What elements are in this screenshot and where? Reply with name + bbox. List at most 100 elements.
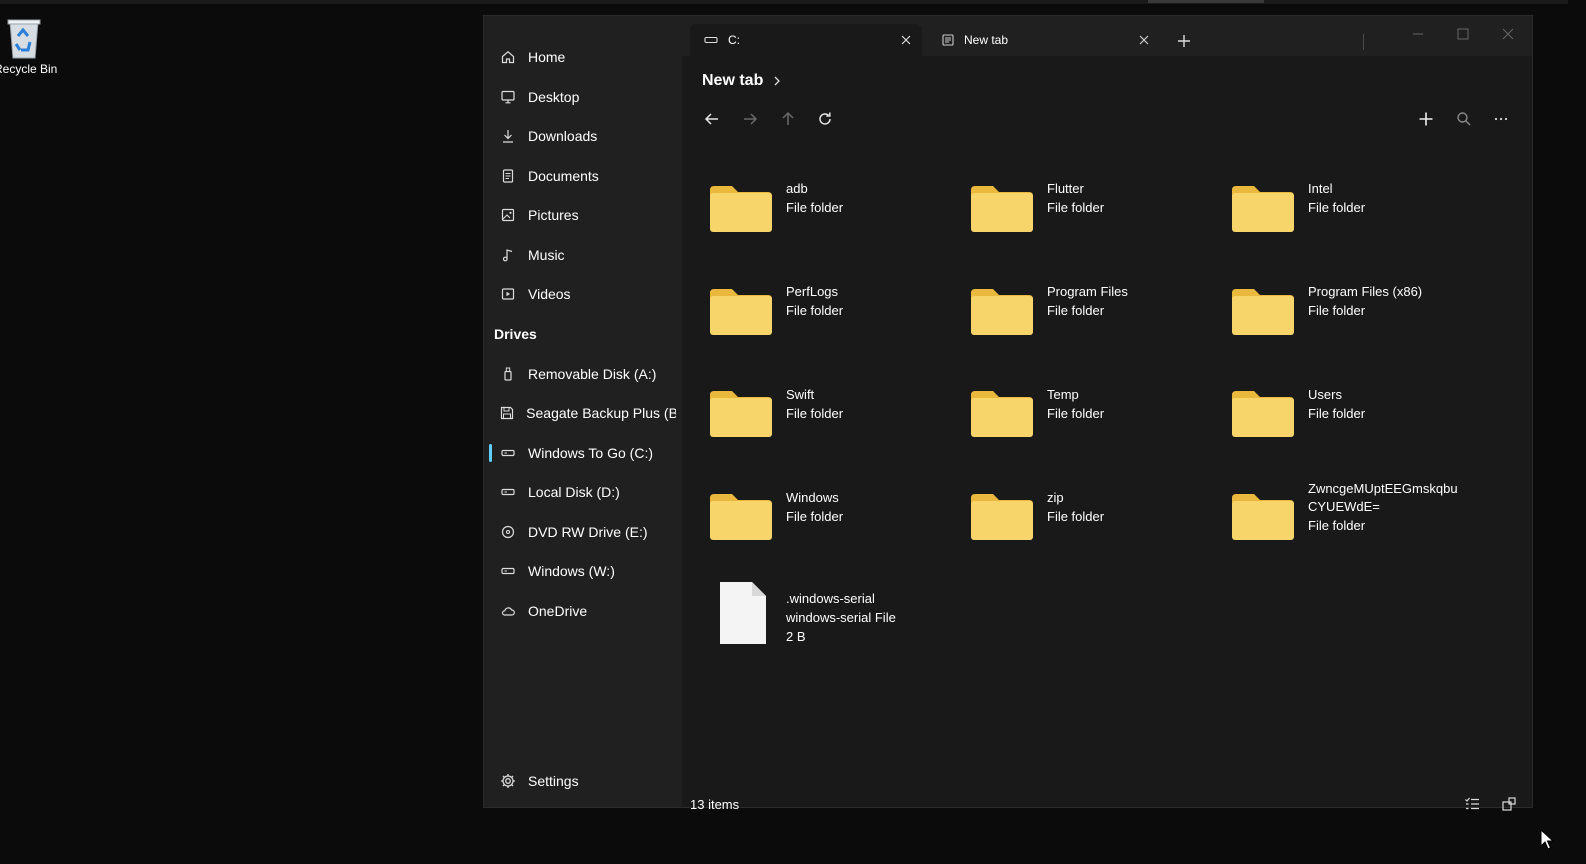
back-button[interactable] — [699, 106, 725, 132]
item-type: File folder — [786, 200, 844, 215]
file-icon — [720, 582, 766, 644]
sidebar: Home Desktop Downloads Documents Picture… — [484, 16, 682, 807]
sidebar-item-home[interactable]: Home — [490, 39, 676, 75]
search-button[interactable] — [1451, 106, 1477, 132]
drives-heading[interactable]: Drives — [494, 326, 537, 342]
grid-layout-icon — [1502, 797, 1516, 811]
list-check-icon — [1465, 797, 1479, 810]
sidebar-item-seagate[interactable]: Seagate Backup Plus (B:) — [490, 395, 676, 431]
sidebar-item-label: Documents — [528, 168, 599, 184]
item-name: PerfLogs — [786, 284, 839, 299]
item-name: Program Files — [1047, 284, 1128, 299]
sidebar-item-label: Removable Disk (A:) — [528, 366, 657, 382]
details-view-button[interactable] — [1460, 792, 1484, 816]
more-options-button[interactable] — [1488, 106, 1514, 132]
item-name: zip — [1047, 490, 1064, 505]
sidebar-item-removable-disk[interactable]: Removable Disk (A:) — [490, 356, 676, 392]
item-type: File folder — [1047, 509, 1105, 524]
tab-label: New tab — [964, 33, 1009, 47]
sidebar-item-onedrive[interactable]: OneDrive — [490, 593, 676, 629]
sidebar-item-downloads[interactable]: Downloads — [490, 118, 676, 154]
add-tab-button[interactable] — [1173, 30, 1195, 52]
folder-item[interactable]: Program Files (x86) File folder — [1224, 271, 1474, 357]
sidebar-item-dvd-drive[interactable]: DVD RW Drive (E:) — [490, 514, 676, 550]
folder-item[interactable]: Windows File folder — [702, 476, 952, 562]
usb-icon — [494, 367, 522, 381]
drive-icon — [494, 485, 522, 499]
item-type: File folder — [1047, 303, 1105, 318]
tab-bar: C: New tab — [682, 16, 1532, 56]
sidebar-item-label: Videos — [528, 286, 571, 302]
sidebar-item-windows-w[interactable]: Windows (W:) — [490, 553, 676, 589]
new-item-button[interactable] — [1413, 106, 1439, 132]
more-icon — [1494, 117, 1508, 121]
minimize-icon — [1413, 33, 1423, 35]
sidebar-item-local-disk[interactable]: Local Disk (D:) — [490, 474, 676, 510]
file-item[interactable]: .windows-serial windows-serial File 2 B — [702, 578, 952, 664]
item-name: Windows — [786, 490, 839, 505]
item-type: File folder — [1308, 303, 1366, 318]
folder-icon — [710, 494, 772, 540]
sidebar-item-label: Downloads — [528, 128, 598, 144]
folder-item[interactable]: zip File folder — [963, 476, 1213, 562]
sidebar-item-label: Windows (W:) — [528, 563, 615, 579]
folder-item[interactable]: Temp File folder — [963, 373, 1213, 459]
chevron-right-icon[interactable] — [773, 76, 781, 86]
folder-item[interactable]: Program Files File folder — [963, 271, 1213, 357]
sidebar-item-videos[interactable]: Videos — [490, 276, 676, 312]
cloud-icon — [494, 604, 522, 618]
sidebar-item-pictures[interactable]: Pictures — [490, 197, 676, 233]
item-type: File folder — [1308, 518, 1366, 533]
folder-item[interactable]: Users File folder — [1224, 373, 1474, 459]
sidebar-item-desktop[interactable]: Desktop — [490, 79, 676, 115]
settings-button[interactable]: Settings — [490, 763, 579, 799]
item-type: File folder — [786, 509, 844, 524]
item-name: Users — [1308, 387, 1342, 402]
minimize-button[interactable] — [1403, 24, 1433, 44]
close-tab-icon[interactable] — [898, 32, 914, 48]
video-icon — [494, 287, 522, 301]
folder-item[interactable]: PerfLogs File folder — [702, 271, 952, 357]
recycle-bin-shortcut[interactable]: Recycle Bin — [0, 10, 60, 80]
refresh-icon — [819, 112, 831, 125]
plus-icon — [1178, 35, 1190, 47]
tiles-view-button[interactable] — [1497, 792, 1521, 816]
item-name: adb — [786, 181, 808, 196]
maximize-button[interactable] — [1448, 24, 1478, 44]
gear-icon — [494, 773, 522, 789]
tab-c-drive[interactable]: C: — [690, 24, 922, 56]
sidebar-item-label: Seagate Backup Plus (B:) — [526, 405, 676, 421]
tab-new-tab[interactable]: New tab — [928, 24, 1160, 56]
close-tab-icon[interactable] — [1136, 32, 1152, 48]
folder-icon — [710, 186, 772, 232]
forward-button[interactable] — [737, 106, 763, 132]
folder-item[interactable]: Swift File folder — [702, 373, 952, 459]
folder-item[interactable]: ZwncgeMUptEEGmskqbu CYUEWdE= File folder — [1224, 476, 1474, 562]
folder-item[interactable]: adb File folder — [702, 168, 952, 254]
item-name: Swift — [786, 387, 815, 402]
item-size: 2 B — [786, 629, 806, 644]
close-window-button[interactable] — [1493, 24, 1523, 44]
item-count: 13 items — [690, 797, 740, 812]
item-name-line2: CYUEWdE= — [1308, 499, 1380, 514]
folder-icon — [971, 186, 1033, 232]
top-strip-highlight — [1148, 0, 1264, 3]
recycle-bin-icon — [7, 19, 41, 59]
folder-item[interactable]: Flutter File folder — [963, 168, 1213, 254]
folder-item[interactable]: Intel File folder — [1224, 168, 1474, 254]
folder-icon — [1232, 289, 1294, 335]
settings-label: Settings — [528, 773, 579, 789]
top-strip — [0, 0, 1568, 4]
document-icon — [494, 169, 522, 183]
item-type: File folder — [1047, 406, 1105, 421]
sidebar-item-documents[interactable]: Documents — [490, 158, 676, 194]
folder-icon — [710, 289, 772, 335]
up-button[interactable] — [775, 106, 801, 132]
sidebar-item-windows-to-go[interactable]: Windows To Go (C:) — [489, 435, 676, 471]
refresh-button[interactable] — [812, 106, 838, 132]
sidebar-item-label: DVD RW Drive (E:) — [528, 524, 648, 540]
search-icon — [1457, 112, 1471, 126]
item-type: File folder — [786, 303, 844, 318]
sidebar-item-music[interactable]: Music — [490, 237, 676, 273]
breadcrumb[interactable]: New tab — [702, 72, 781, 90]
